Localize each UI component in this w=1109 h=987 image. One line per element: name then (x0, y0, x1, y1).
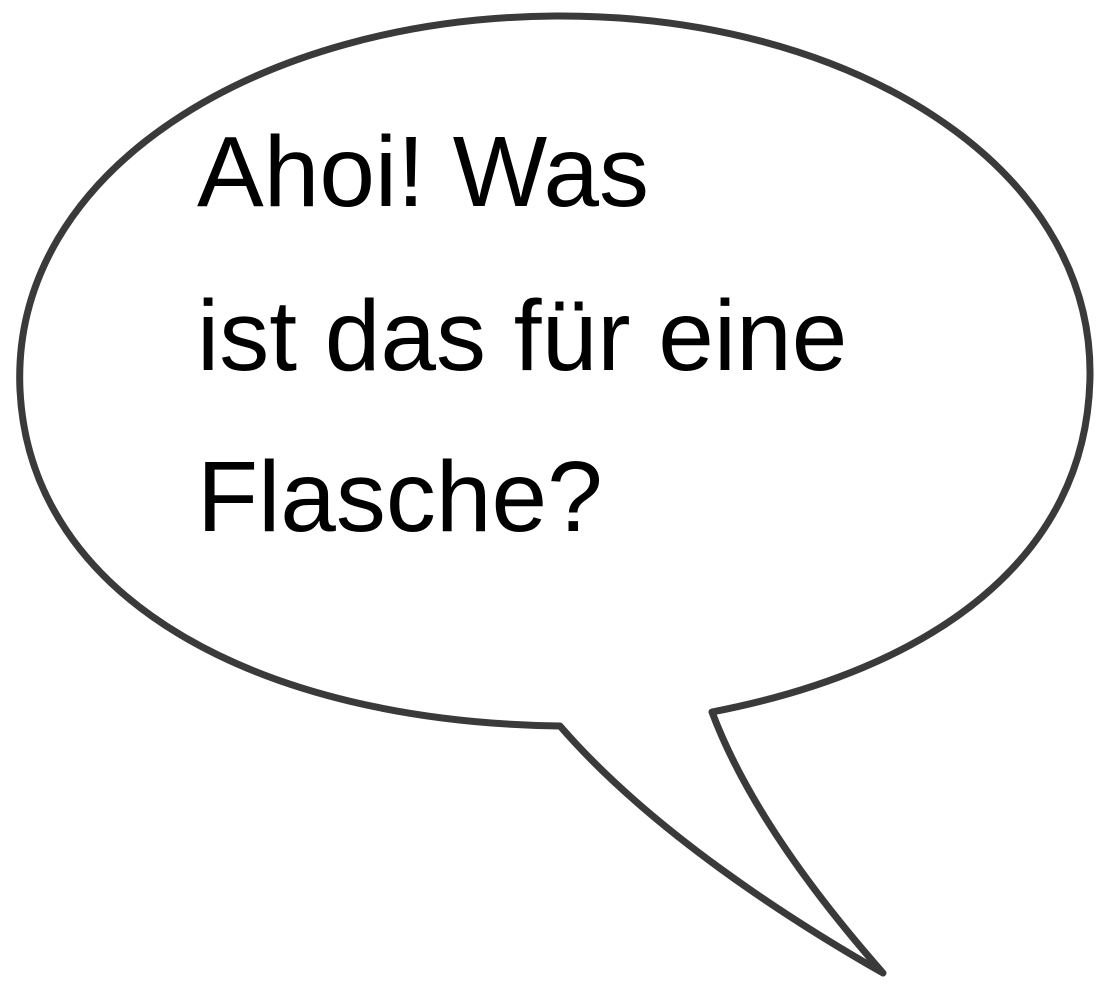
speech-text-line-1: Ahoi! Was (197, 116, 649, 228)
speech-bubble: Ahoi! Was ist das für eine Flasche? (16, 12, 1094, 977)
speech-text-line-2: ist das für eine (197, 280, 847, 392)
speech-text-line-3: Flasche? (197, 441, 603, 553)
